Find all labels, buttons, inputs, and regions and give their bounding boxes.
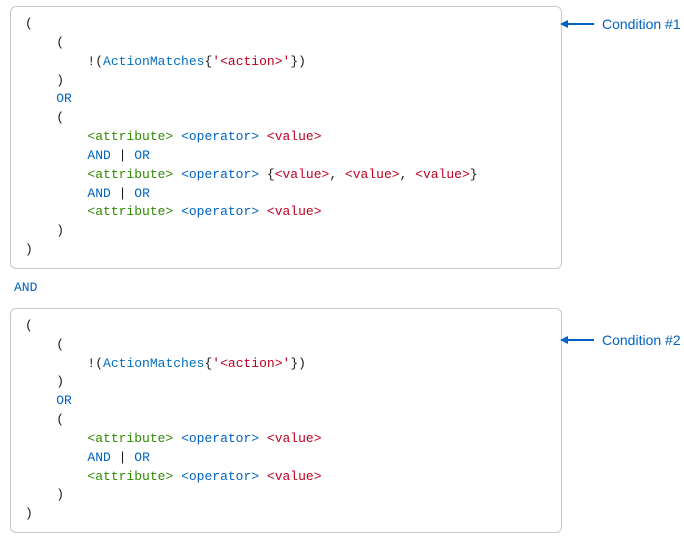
- ph-value: <value>: [415, 167, 470, 182]
- paren-open: (: [95, 54, 103, 69]
- brace-close: }: [290, 356, 298, 371]
- ph-attribute: <attribute>: [87, 129, 173, 144]
- condition-block-1: ( ( !(ActionMatches{'<action>'}) ) OR ( …: [10, 6, 562, 269]
- ph-operator: <operator>: [181, 167, 259, 182]
- bar: |: [119, 450, 127, 465]
- paren-open: (: [56, 35, 64, 50]
- kw-or: OR: [56, 393, 72, 408]
- ph-operator: <operator>: [181, 431, 259, 446]
- kw-or: OR: [134, 148, 150, 163]
- callout-label: Condition #1: [602, 14, 681, 34]
- kw-and-between: AND: [14, 279, 676, 298]
- comma: ,: [329, 167, 337, 182]
- callout-condition-2: Condition #2: [560, 330, 681, 350]
- quote: ': [212, 54, 220, 69]
- brace-open: {: [267, 167, 275, 182]
- fn-action-matches: ActionMatches: [103, 356, 204, 371]
- paren-close: ): [25, 242, 33, 257]
- ph-value: <value>: [267, 129, 322, 144]
- ph-value: <value>: [267, 469, 322, 484]
- ph-operator: <operator>: [181, 204, 259, 219]
- paren-open: (: [56, 337, 64, 352]
- paren-close: ): [298, 356, 306, 371]
- ph-value: <value>: [267, 204, 322, 219]
- bar: |: [119, 148, 127, 163]
- brace-close: }: [290, 54, 298, 69]
- quote: ': [212, 356, 220, 371]
- code-condition-1: ( ( !(ActionMatches{'<action>'}) ) OR ( …: [25, 15, 551, 260]
- kw-and: AND: [87, 148, 110, 163]
- callout-label: Condition #2: [602, 330, 681, 350]
- kw-and: AND: [87, 186, 110, 201]
- paren-open: (: [25, 16, 33, 31]
- ph-value: <value>: [275, 167, 330, 182]
- ph-action: <action>: [220, 54, 282, 69]
- kw-or: OR: [134, 450, 150, 465]
- paren-close: ): [56, 223, 64, 238]
- paren-close: ): [25, 506, 33, 521]
- paren-open: (: [25, 318, 33, 333]
- comma: ,: [400, 167, 408, 182]
- ph-operator: <operator>: [181, 469, 259, 484]
- arrow-line: [568, 339, 594, 341]
- paren-close: ): [56, 73, 64, 88]
- kw-or: OR: [134, 186, 150, 201]
- brace-close: }: [470, 167, 478, 182]
- ph-action: <action>: [220, 356, 282, 371]
- paren-close: ): [56, 374, 64, 389]
- fn-action-matches: ActionMatches: [103, 54, 204, 69]
- ph-value: <value>: [267, 431, 322, 446]
- code-condition-2: ( ( !(ActionMatches{'<action>'}) ) OR ( …: [25, 317, 551, 524]
- paren-open: (: [95, 356, 103, 371]
- paren-open: (: [56, 110, 64, 125]
- condition-block-2: ( ( !(ActionMatches{'<action>'}) ) OR ( …: [10, 308, 562, 533]
- paren-close: ): [56, 487, 64, 502]
- ph-attribute: <attribute>: [87, 469, 173, 484]
- ph-attribute: <attribute>: [87, 204, 173, 219]
- ph-value: <value>: [345, 167, 400, 182]
- ph-attribute: <attribute>: [87, 167, 173, 182]
- kw-and: AND: [87, 450, 110, 465]
- arrow-line: [568, 23, 594, 25]
- callout-condition-1: Condition #1: [560, 14, 681, 34]
- paren-close: ): [298, 54, 306, 69]
- ph-operator: <operator>: [181, 129, 259, 144]
- kw-or: OR: [56, 91, 72, 106]
- ph-attribute: <attribute>: [87, 431, 173, 446]
- bar: |: [119, 186, 127, 201]
- paren-open: (: [56, 412, 64, 427]
